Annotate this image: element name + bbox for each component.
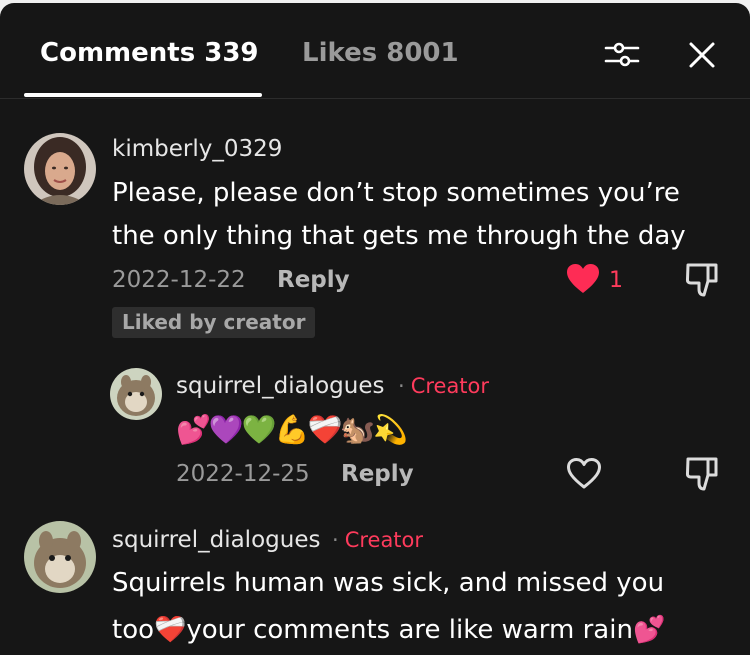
avatar[interactable] [24, 133, 96, 205]
comment-username[interactable]: squirrel_dialogues [112, 527, 320, 553]
heart-icon[interactable] [566, 263, 600, 299]
dislike-icon[interactable] [684, 455, 720, 497]
comments-panel: Comments 339 Likes 8001 kimberly_0329 Pl… [0, 3, 750, 655]
creator-tag: · Creator [392, 374, 489, 398]
reply-button[interactable]: Reply [277, 267, 350, 293]
tab-likes[interactable]: Likes 8001 [302, 38, 459, 68]
comment-text: the only thing that gets me through the … [112, 221, 686, 251]
comment-username[interactable]: squirrel_dialogues [176, 373, 384, 399]
filter-icon[interactable] [602, 37, 642, 77]
comment-text: Squirrels human was sick, and missed you [112, 568, 665, 598]
separator-dot: · [398, 374, 405, 398]
avatar[interactable] [24, 521, 96, 593]
dislike-icon[interactable] [684, 261, 720, 303]
liked-by-creator-badge: Liked by creator [112, 307, 316, 338]
creator-tag: · Creator [326, 528, 423, 552]
close-icon[interactable] [682, 37, 722, 77]
comment-username[interactable]: kimberly_0329 [112, 136, 282, 162]
creator-label: Creator [410, 374, 490, 398]
active-tab-indicator [24, 93, 262, 97]
comment-text: too❤️‍🩹your comments are like warm rain💕 [112, 615, 666, 645]
avatar[interactable] [110, 368, 162, 420]
comments-header: Comments 339 Likes 8001 [0, 3, 750, 99]
reply-button[interactable]: Reply [341, 461, 414, 487]
creator-label: Creator [344, 528, 424, 552]
heart-outline-icon[interactable] [566, 457, 602, 495]
like-count: 1 [609, 268, 623, 293]
comment-text: 💕💜💚💪❤️‍🩹🐿️💫 [176, 413, 408, 446]
comment-date: 2022-12-25 [176, 461, 310, 487]
comment-date: 2022-12-22 [112, 267, 246, 293]
comment-text: Please, please don’t stop sometimes you’… [112, 178, 680, 208]
separator-dot: · [332, 528, 339, 552]
tab-comments[interactable]: Comments 339 [40, 38, 259, 68]
